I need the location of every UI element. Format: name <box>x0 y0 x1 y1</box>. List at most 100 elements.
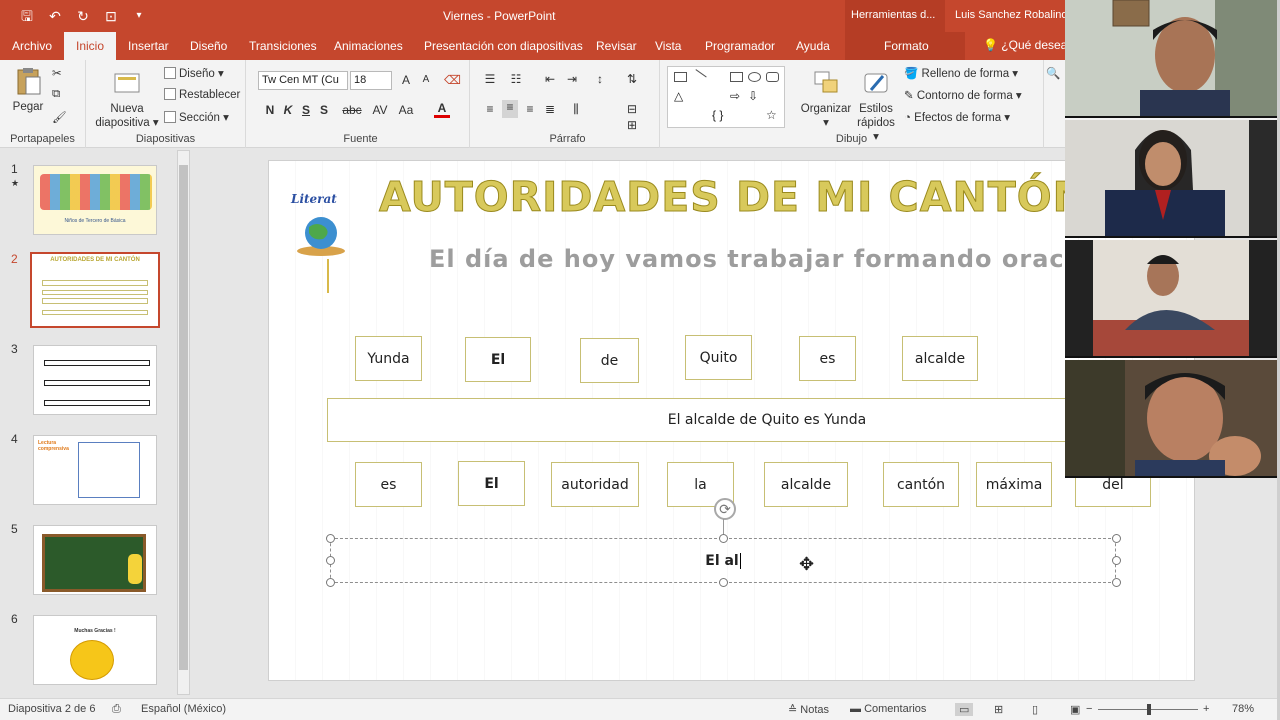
arrow-shape-icon[interactable]: ⇨ <box>730 90 743 102</box>
tab-programador[interactable]: Programador <box>705 39 775 53</box>
line-shape-icon[interactable] <box>690 69 707 85</box>
font-size-select[interactable]: 18 <box>350 71 392 90</box>
word-box[interactable]: máxima <box>976 462 1052 507</box>
thumbnails-scrollbar[interactable] <box>177 150 190 695</box>
decrease-indent-icon[interactable]: ⇤ <box>542 72 558 86</box>
shape-outline-button[interactable]: ✎ Contorno de forma ▾ <box>904 88 1022 102</box>
resize-handle[interactable] <box>326 534 335 543</box>
zoom-level[interactable]: 78% <box>1232 703 1254 715</box>
tell-me-search[interactable]: 💡 ¿Qué desea <box>983 38 1067 52</box>
rounded-rect-shape-icon[interactable] <box>766 72 779 82</box>
slide-thumbnail-5[interactable] <box>33 525 157 595</box>
format-painter-icon[interactable]: 🖌 <box>52 110 67 124</box>
slide-sorter-icon[interactable]: ⊞ <box>994 703 1003 716</box>
bold-button[interactable]: N <box>262 103 278 117</box>
paste-button[interactable]: Pegar <box>6 66 50 114</box>
copy-icon[interactable]: ⧉ <box>52 88 60 101</box>
change-case-button[interactable]: Aa <box>396 103 416 117</box>
user-name[interactable]: Luis Sanchez Robalino <box>955 9 1068 21</box>
section-button[interactable]: Sección ▾ <box>164 110 229 124</box>
shrink-font-icon[interactable]: A <box>418 74 434 85</box>
font-name-select[interactable]: Tw Cen MT (Cu <box>258 71 348 90</box>
slide-title[interactable]: AUTORIDADES DE MI CANTÓN <box>379 173 1088 222</box>
resize-handle[interactable] <box>1112 534 1121 543</box>
comments-button[interactable]: ▬ Comentarios <box>850 703 926 715</box>
word-box[interactable]: El <box>465 337 531 382</box>
tab-formato[interactable]: Formato <box>884 39 929 53</box>
star-shape-icon[interactable]: ☆ <box>766 109 779 121</box>
triangle-shape-icon[interactable]: △ <box>674 90 687 102</box>
arrow-down-shape-icon[interactable]: ⇩ <box>748 90 761 102</box>
shape-fill-button[interactable]: 🪣 Relleno de forma ▾ <box>904 66 1018 80</box>
tab-insertar[interactable]: Insertar <box>128 39 169 53</box>
italic-button[interactable]: K <box>280 103 296 117</box>
line-spacing-icon[interactable]: ↕ <box>592 72 608 86</box>
tab-presentacion[interactable]: Presentación con diapositivas <box>424 39 583 53</box>
layout-button[interactable]: Diseño ▾ <box>164 66 224 80</box>
slide-thumbnail-1[interactable]: Niños de Tercero de Básica <box>33 165 157 235</box>
word-box[interactable]: Quito <box>685 335 752 380</box>
word-box[interactable]: es <box>799 336 856 381</box>
underline-button[interactable]: S <box>298 103 314 117</box>
word-box[interactable]: Yunda <box>355 336 422 381</box>
increase-indent-icon[interactable]: ⇥ <box>564 72 580 86</box>
align-left-icon[interactable]: ≡ <box>482 102 498 116</box>
align-center-icon[interactable]: ≡ <box>502 100 518 118</box>
notes-button[interactable]: ≙ Notas <box>788 703 829 716</box>
slide-canvas[interactable]: Literat AUTORIDADES DE MI CANTÓN El día … <box>268 160 1195 681</box>
slide-thumbnail-3[interactable] <box>33 345 157 415</box>
resize-handle[interactable] <box>1112 556 1121 565</box>
slide-thumbnail-2[interactable]: AUTORIDADES DE MI CANTÓN <box>30 252 160 328</box>
tab-archivo[interactable]: Archivo <box>12 39 52 53</box>
columns-icon[interactable]: ⫼ <box>568 102 584 117</box>
brace-shape-icon[interactable]: { } <box>712 109 725 121</box>
resize-handle[interactable] <box>719 534 728 543</box>
tab-inicio[interactable]: Inicio <box>64 32 117 60</box>
grow-font-icon[interactable]: A <box>398 73 414 87</box>
word-box[interactable]: cantón <box>883 462 959 507</box>
find-icon[interactable]: 🔍 <box>1046 66 1060 80</box>
resize-handle[interactable] <box>326 556 335 565</box>
redo-icon[interactable]: ↻ <box>74 7 92 25</box>
font-color-button[interactable]: A <box>434 101 450 118</box>
start-slideshow-icon[interactable]: ⊡ <box>102 7 120 25</box>
tab-transiciones[interactable]: Transiciones <box>249 39 317 53</box>
smartart-icon[interactable]: ⊞ <box>624 118 640 132</box>
bullets-icon[interactable]: ☰ <box>482 72 498 86</box>
word-box[interactable]: El <box>458 461 525 506</box>
reset-button[interactable]: Restablecer <box>164 88 240 101</box>
word-box[interactable]: alcalde <box>902 336 978 381</box>
slideshow-view-icon[interactable]: ▣ <box>1070 703 1080 716</box>
shape-effects-button[interactable]: ◔ Efectos de forma ▾ <box>904 110 1010 124</box>
strikethrough-button[interactable]: abc <box>340 103 364 117</box>
resize-handle[interactable] <box>719 578 728 587</box>
clear-format-icon[interactable]: ⌫ <box>444 73 461 87</box>
zoom-in-icon[interactable]: + <box>1203 703 1209 715</box>
reading-view-icon[interactable]: ▯ <box>1032 703 1038 716</box>
word-box[interactable]: alcalde <box>764 462 848 507</box>
align-right-icon[interactable]: ≡ <box>522 102 538 116</box>
tab-animaciones[interactable]: Animaciones <box>334 39 403 53</box>
oval-shape-icon[interactable] <box>748 72 761 82</box>
answer-textbox[interactable]: El al <box>330 538 1116 583</box>
normal-view-icon[interactable]: ▭ <box>955 703 974 716</box>
customize-qat-icon[interactable]: ▾ <box>130 7 148 25</box>
justify-icon[interactable]: ≣ <box>542 102 558 116</box>
new-slide-button[interactable]: Nueva diapositiva ▾ <box>94 68 160 130</box>
tab-revisar[interactable]: Revisar <box>596 39 637 53</box>
slide-subtitle[interactable]: El día de hoy vamos trabajar formando or… <box>429 245 1142 273</box>
resize-handle[interactable] <box>326 578 335 587</box>
tab-vista[interactable]: Vista <box>655 39 681 53</box>
slide-thumbnail-6[interactable]: Muchas Gracias ! <box>33 615 157 685</box>
word-box[interactable]: de <box>580 338 639 383</box>
tab-ayuda[interactable]: Ayuda <box>796 39 830 53</box>
word-box[interactable]: es <box>355 462 422 507</box>
word-box[interactable]: autoridad <box>551 462 639 507</box>
rotate-handle-icon[interactable]: ⟳ <box>714 498 736 520</box>
numbering-icon[interactable]: ☷ <box>508 72 524 86</box>
scrollbar-thumb[interactable] <box>179 165 188 670</box>
shapes-gallery[interactable]: △ ⇨ ⇩ { } ☆ <box>667 66 785 128</box>
arrange-button[interactable]: Organizar ▾ <box>798 68 854 130</box>
textbox-shape-icon[interactable] <box>674 72 687 82</box>
rectangle-shape-icon[interactable] <box>730 72 743 82</box>
